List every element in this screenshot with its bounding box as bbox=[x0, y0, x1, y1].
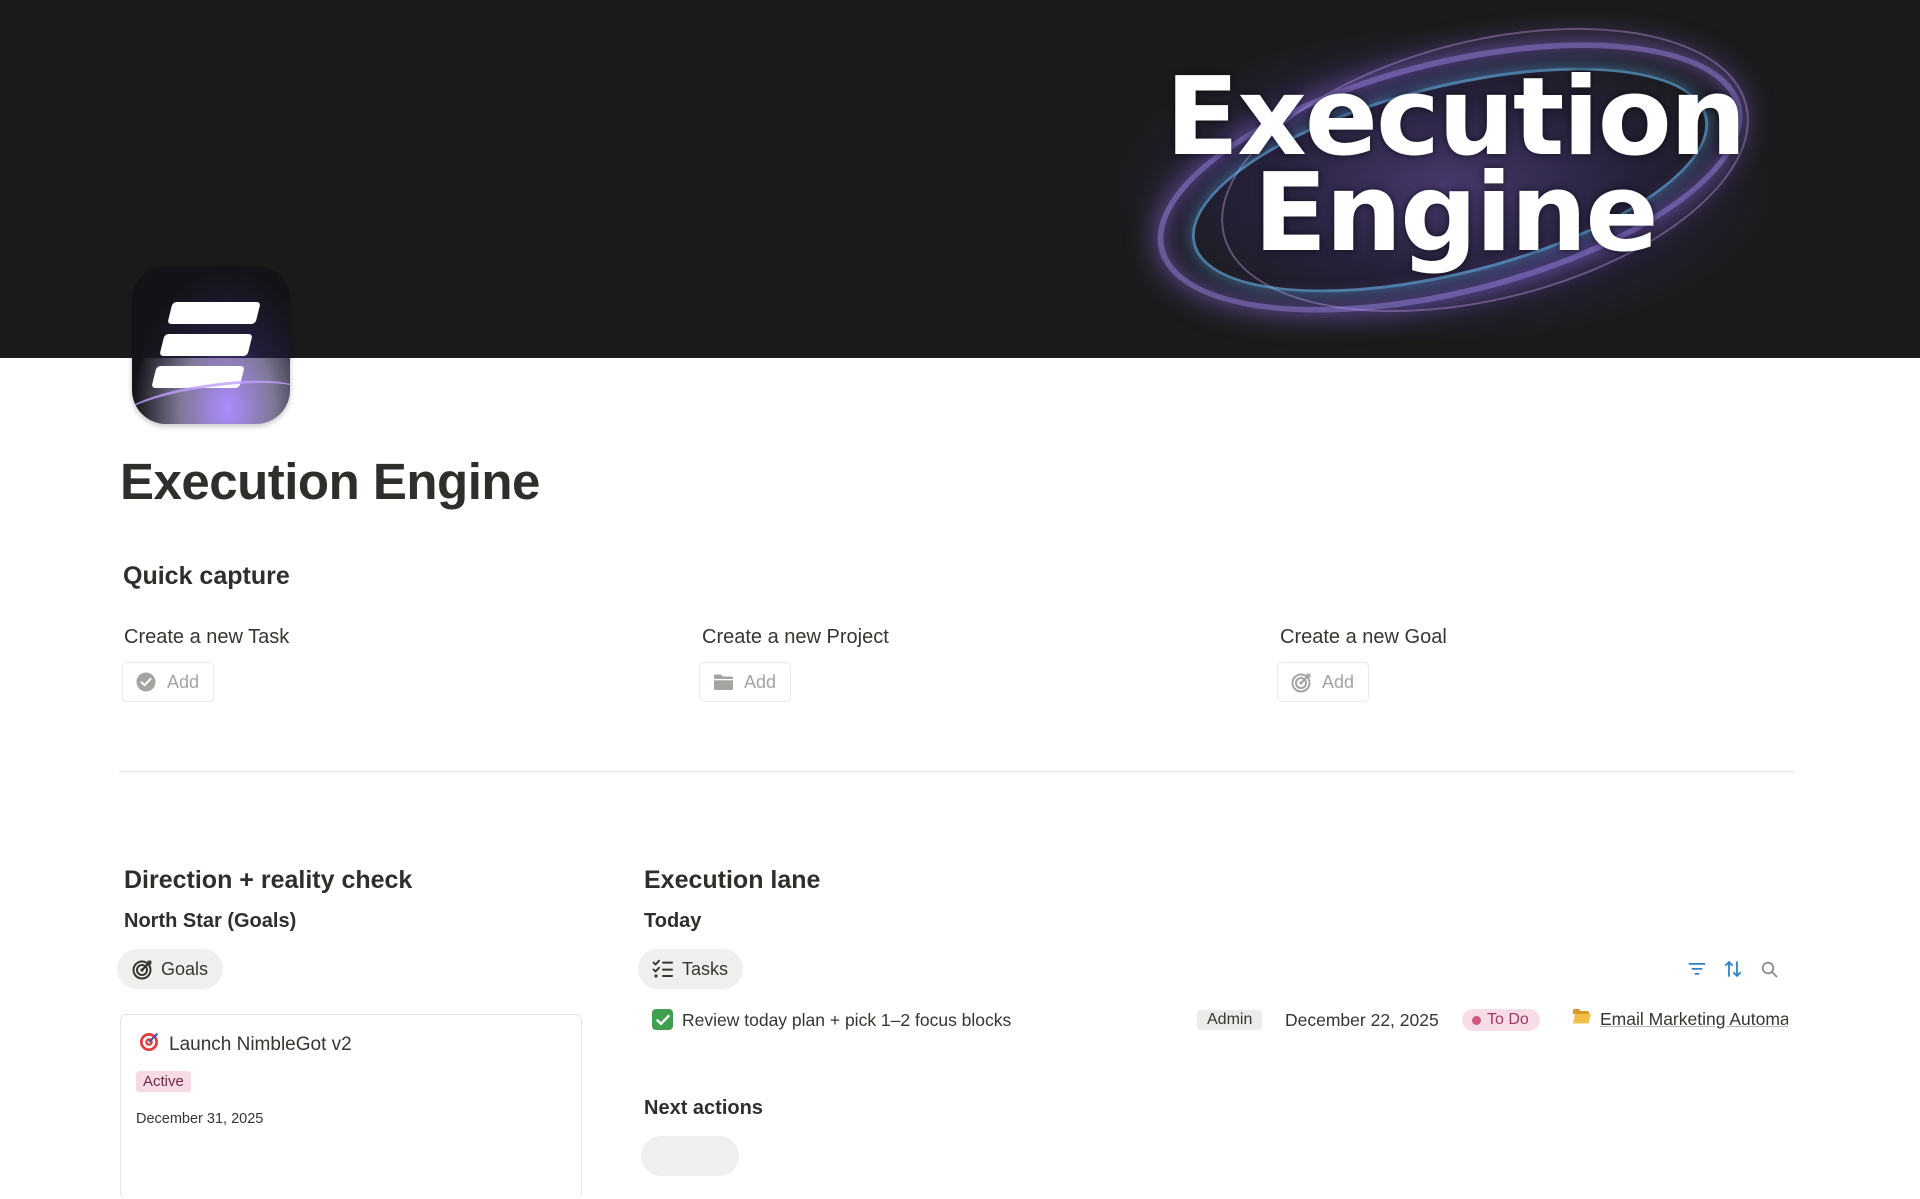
filter-icon[interactable] bbox=[1686, 958, 1708, 980]
add-goal-button-label: Add bbox=[1322, 671, 1355, 692]
goals-view-tab-label: Goals bbox=[161, 958, 209, 979]
page-title: Execution Engine bbox=[120, 453, 540, 510]
add-project-button[interactable]: Add bbox=[699, 662, 791, 702]
task-area-tag: Admin bbox=[1197, 1010, 1263, 1030]
target-icon bbox=[1290, 671, 1312, 693]
cover-title-line2: Engine bbox=[1253, 151, 1658, 276]
task-name[interactable]: Review today plan + pick 1–2 focus block… bbox=[682, 1010, 1011, 1031]
goals-view-tab[interactable]: Goals bbox=[117, 949, 224, 989]
status-dot bbox=[1472, 1015, 1481, 1025]
direction-heading: Direction + reality check bbox=[124, 866, 413, 894]
target-icon bbox=[131, 958, 153, 980]
task-status-badge: To Do bbox=[1462, 1009, 1540, 1031]
goal-card-title: Launch NimbleGot v2 bbox=[139, 1031, 352, 1058]
check-circle-icon bbox=[135, 671, 157, 693]
page-icon-bar bbox=[167, 302, 261, 324]
task-row[interactable]: Review today plan + pick 1–2 focus block… bbox=[652, 1006, 1788, 1036]
create-task-label: Create a new Task bbox=[124, 626, 290, 648]
create-goal-label: Create a new Goal bbox=[1280, 626, 1447, 648]
search-icon[interactable] bbox=[1758, 958, 1780, 980]
execution-heading: Execution lane bbox=[644, 866, 821, 894]
page-icon-bar bbox=[159, 334, 253, 356]
sort-icon[interactable] bbox=[1722, 958, 1744, 980]
task-project-name: Email Marketing Automation bbox=[1600, 1008, 1788, 1029]
goal-card-title-text: Launch NimbleGot v2 bbox=[169, 1033, 352, 1055]
open-folder-icon bbox=[1572, 1008, 1592, 1030]
task-status-text: To Do bbox=[1487, 1011, 1529, 1028]
add-project-button-label: Add bbox=[744, 671, 777, 692]
checklist-icon bbox=[652, 958, 674, 980]
next-actions-heading: Next actions bbox=[644, 1097, 763, 1119]
folder-icon bbox=[712, 671, 734, 693]
add-task-button[interactable]: Add bbox=[122, 662, 214, 702]
cover-title: Execution Engine bbox=[1130, 64, 1780, 276]
goal-status-badge: Active bbox=[136, 1071, 191, 1092]
task-project-link[interactable]: Email Marketing Automation bbox=[1572, 1008, 1788, 1030]
add-task-button-label: Add bbox=[167, 671, 200, 692]
goal-date: December 31, 2025 bbox=[136, 1111, 264, 1127]
goal-card[interactable]: Launch NimbleGot v2 Active December 31, … bbox=[120, 1014, 582, 1199]
create-project-label: Create a new Project bbox=[702, 626, 889, 648]
today-heading: Today bbox=[644, 910, 702, 932]
next-actions-view-tab[interactable] bbox=[641, 1136, 739, 1176]
add-goal-button[interactable]: Add bbox=[1277, 662, 1369, 702]
north-star-heading: North Star (Goals) bbox=[124, 910, 297, 932]
page-icon[interactable] bbox=[132, 266, 290, 424]
divider bbox=[119, 771, 1794, 772]
dart-icon bbox=[139, 1031, 160, 1058]
quick-capture-heading: Quick capture bbox=[123, 562, 290, 590]
tasks-view-tab-label: Tasks bbox=[682, 958, 729, 979]
checkmark-icon bbox=[652, 1009, 673, 1030]
tasks-view-tab[interactable]: Tasks bbox=[638, 949, 744, 989]
task-due-date: December 22, 2025 bbox=[1285, 1010, 1439, 1030]
